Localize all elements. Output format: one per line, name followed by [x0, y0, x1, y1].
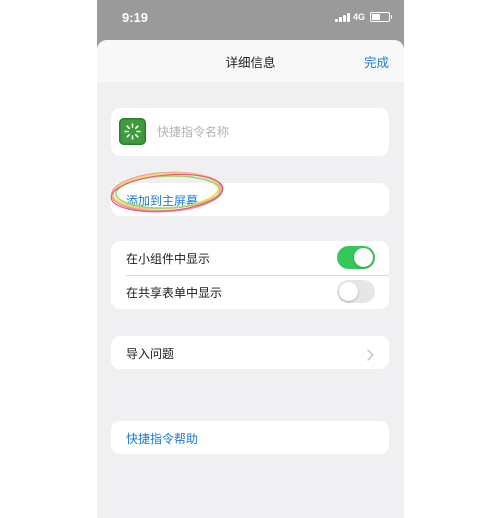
show-in-widget-toggle[interactable]: [337, 246, 375, 269]
done-button[interactable]: 完成: [364, 52, 389, 71]
status-time: 9:19: [122, 10, 149, 25]
shortcut-name-input[interactable]: 快捷指令名称: [157, 123, 229, 140]
shortcut-help-link[interactable]: 快捷指令帮助: [126, 430, 198, 447]
show-in-widget-label: 在小组件中显示: [126, 252, 211, 266]
import-questions-label: 导入问题: [126, 347, 175, 361]
help-card[interactable]: 快捷指令帮助: [111, 421, 389, 454]
battery-icon: [370, 12, 392, 22]
nav-bar: 详细信息 完成: [97, 40, 404, 82]
shortcut-name-card: 快捷指令名称: [111, 108, 389, 156]
show-in-share-sheet-row: 在共享表单中显示: [111, 275, 389, 309]
widget-settings-card: 在小组件中显示 在共享表单中显示: [111, 241, 389, 309]
highlight-circle: [110, 171, 224, 213]
page-title: 详细信息: [225, 55, 276, 70]
show-in-share-sheet-label: 在共享表单中显示: [126, 286, 223, 300]
signal-icon: [335, 12, 350, 22]
shortcut-sparkle-icon[interactable]: [119, 118, 146, 145]
show-in-widget-row: 在小组件中显示: [111, 241, 389, 275]
details-sheet: 详细信息 完成 快捷指令名称 添加到主屏幕 在小组件中显示 在共享表单中显示 导…: [97, 40, 404, 518]
status-bar: 9:19 4G: [97, 0, 404, 36]
status-indicators: 4G: [335, 12, 392, 22]
chevron-right-icon: [367, 346, 374, 365]
show-in-share-sheet-toggle[interactable]: [337, 280, 375, 303]
import-questions-row[interactable]: 导入问题: [111, 336, 389, 369]
phone-screen: 9:19 4G 详细信息 完成 快捷指令名称 添加到主屏幕 在小组件中显示 在共…: [97, 0, 404, 518]
network-label: 4G: [352, 12, 365, 22]
